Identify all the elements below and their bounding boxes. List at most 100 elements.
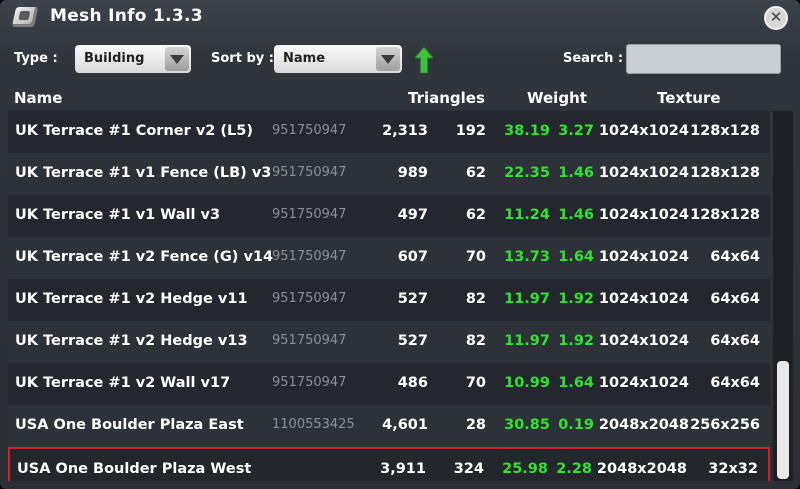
mesh-name: UK Terrace #1 v1 Wall v3 — [15, 207, 221, 223]
table-row[interactable]: UK Terrace #1 v2 Hedge v13 951750947 527 82… — [8, 321, 770, 363]
mesh-name: UK Terrace #1 Corner v2 (L5) — [15, 123, 253, 139]
column-header-triangles[interactable]: Triangles — [408, 89, 485, 107]
table-row[interactable]: UK Terrace #1 v1 Wall v3 951750947 497 62 11… — [8, 195, 770, 237]
lod-triangles-value: 62 — [465, 207, 486, 223]
lod-weight-value: 1.46 — [558, 207, 594, 223]
lod-weight-value: 1.92 — [558, 291, 594, 307]
triangles-value: 607 — [397, 249, 428, 265]
weight-value: 22.35 — [504, 165, 550, 181]
lod-texture-size-value: 128x128 — [690, 123, 760, 139]
type-dropdown[interactable]: Building — [75, 45, 191, 73]
mesh-list[interactable]: UK Terrace #1 Corner v2 (L5) 951750947 2,3… — [8, 111, 770, 481]
texture-size-value: 2048x2048 — [596, 461, 687, 477]
sort-by-label: Sort by : — [211, 51, 274, 66]
texture-size-value: 2048x2048 — [598, 417, 689, 433]
workshop-id: 951750947 — [272, 249, 347, 264]
workshop-id: 951750947 — [272, 375, 347, 390]
lod-triangles-value: 28 — [465, 417, 486, 433]
triangles-value: 527 — [397, 291, 428, 307]
lod-triangles-value: 70 — [465, 375, 486, 391]
lod-weight-value: 3.27 — [558, 123, 594, 139]
lod-texture-size-value: 256x256 — [690, 417, 760, 433]
lod-triangles-value: 192 — [455, 123, 486, 139]
table-row[interactable]: UK Terrace #1 v2 Wall v17 951750947 486 70 1… — [8, 363, 770, 405]
chevron-down-icon — [165, 47, 189, 71]
weight-value: 11.97 — [504, 333, 550, 349]
type-dropdown-value: Building — [84, 51, 145, 66]
mesh-name: UK Terrace #1 v2 Wall v17 — [15, 375, 231, 391]
lod-triangles-value: 324 — [453, 461, 484, 477]
lod-texture-size-value: 128x128 — [690, 207, 760, 223]
table-row-selected[interactable]: USA One Boulder Plaza West 3,911 324 25.98 2… — [8, 447, 770, 481]
workshop-id: 951750947 — [272, 165, 347, 180]
workshop-id: 951750947 — [272, 333, 347, 348]
texture-size-value: 1024x1024 — [598, 333, 689, 349]
table-row[interactable]: UK Terrace #1 v1 Fence (LB) v3 951750947 9… — [8, 153, 770, 195]
weight-value: 13.73 — [504, 249, 550, 265]
mesh-name: UK Terrace #1 v1 Fence (LB) v3 — [15, 165, 272, 181]
texture-size-value: 1024x1024 — [598, 375, 689, 391]
triangles-value: 497 — [397, 207, 428, 223]
vertical-scrollbar[interactable] — [773, 111, 793, 481]
sort-by-dropdown[interactable]: Name — [274, 45, 402, 73]
close-button[interactable]: ✕ — [764, 6, 788, 30]
lod-triangles-value: 82 — [465, 333, 486, 349]
texture-size-value: 1024x1024 — [598, 165, 689, 181]
weight-value: 11.24 — [504, 207, 550, 223]
column-header-name[interactable]: Name — [14, 89, 62, 107]
weight-value: 38.19 — [504, 123, 550, 139]
column-header-weight[interactable]: Weight — [527, 89, 587, 107]
lod-weight-value: 0.19 — [558, 417, 594, 433]
sort-by-dropdown-value: Name — [283, 51, 326, 66]
lod-texture-size-value: 64x64 — [710, 249, 760, 265]
column-header-texture[interactable]: Texture — [657, 89, 721, 107]
sort-ascending-arrow-icon[interactable] — [415, 47, 433, 73]
weight-value: 10.99 — [504, 375, 550, 391]
mesh-app-icon — [11, 7, 39, 27]
table-row[interactable]: USA One Boulder Plaza East 1100553425 4,60… — [8, 405, 770, 447]
triangles-value: 3,911 — [380, 461, 426, 477]
lod-triangles-value: 62 — [465, 165, 486, 181]
texture-size-value: 1024x1024 — [598, 207, 689, 223]
title-bar[interactable]: Mesh Info 1.3.3 ✕ — [0, 0, 800, 36]
type-label: Type : — [14, 51, 58, 66]
mesh-info-window: Mesh Info 1.3.3 ✕ Type : Building Sort b… — [0, 0, 800, 489]
weight-value: 11.97 — [504, 291, 550, 307]
lod-weight-value: 1.92 — [558, 333, 594, 349]
table-row[interactable]: UK Terrace #1 Corner v2 (L5) 951750947 2,3… — [8, 111, 770, 153]
mesh-name: USA One Boulder Plaza West — [17, 461, 252, 477]
lod-triangles-value: 82 — [465, 291, 486, 307]
table-row[interactable]: UK Terrace #1 v2 Hedge v11 951750947 527 82… — [8, 279, 770, 321]
lod-weight-value: 1.46 — [558, 165, 594, 181]
weight-value: 30.85 — [504, 417, 550, 433]
search-input[interactable] — [626, 44, 781, 74]
workshop-id: 951750947 — [272, 123, 347, 138]
triangles-value: 2,313 — [382, 123, 428, 139]
table-row[interactable]: UK Terrace #1 v2 Fence (G) v14 951750947 6… — [8, 237, 770, 279]
mesh-name: UK Terrace #1 v2 Fence (G) v14 — [15, 249, 274, 265]
triangles-value: 486 — [397, 375, 428, 391]
lod-texture-size-value: 128x128 — [690, 165, 760, 181]
workshop-id: 951750947 — [272, 291, 347, 306]
triangles-value: 989 — [397, 165, 428, 181]
lod-weight-value: 2.28 — [556, 461, 592, 477]
workshop-id: 951750947 — [272, 207, 347, 222]
lod-triangles-value: 70 — [465, 249, 486, 265]
mesh-name: UK Terrace #1 v2 Hedge v11 — [15, 291, 248, 307]
search-label: Search : — [563, 51, 624, 66]
lod-texture-size-value: 32x32 — [708, 461, 758, 477]
window-title: Mesh Info 1.3.3 — [50, 6, 203, 26]
lod-weight-value: 1.64 — [558, 249, 594, 265]
lod-texture-size-value: 64x64 — [710, 333, 760, 349]
texture-size-value: 1024x1024 — [598, 123, 689, 139]
lod-weight-value: 1.64 — [558, 375, 594, 391]
weight-value: 25.98 — [502, 461, 548, 477]
triangles-value: 4,601 — [382, 417, 428, 433]
chevron-down-icon — [376, 47, 400, 71]
triangles-value: 527 — [397, 333, 428, 349]
scrollbar-thumb[interactable] — [777, 361, 789, 479]
lod-texture-size-value: 64x64 — [710, 291, 760, 307]
texture-size-value: 1024x1024 — [598, 291, 689, 307]
mesh-name: USA One Boulder Plaza East — [15, 417, 244, 433]
mesh-name: UK Terrace #1 v2 Hedge v13 — [15, 333, 248, 349]
